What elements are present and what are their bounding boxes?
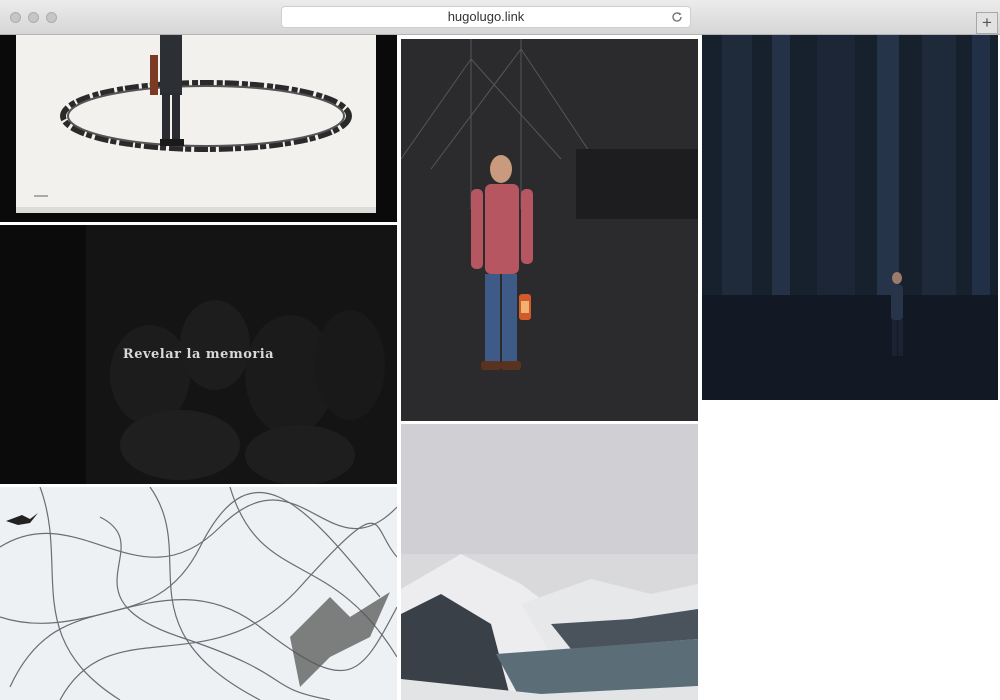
address-bar[interactable]: hugolugo.link bbox=[281, 6, 691, 28]
gallery-tile-lantern-man[interactable] bbox=[401, 39, 698, 421]
zoom-window-button[interactable] bbox=[46, 12, 57, 23]
tile-caption: Revelar la memoria bbox=[122, 347, 275, 362]
lantern-man-artwork bbox=[401, 39, 698, 421]
gallery-tile-revelar-la-memoria[interactable]: Revelar la memoria bbox=[0, 225, 397, 484]
reload-icon[interactable] bbox=[670, 10, 684, 24]
new-tab-button[interactable]: + bbox=[976, 12, 998, 34]
browser-toolbar: hugolugo.link + bbox=[0, 0, 1000, 35]
plus-icon: + bbox=[982, 13, 992, 32]
gallery-tile-circle-drawing[interactable] bbox=[0, 35, 397, 222]
gallery-tile-forest-man[interactable] bbox=[702, 35, 998, 400]
url-text: hugolugo.link bbox=[447, 9, 525, 24]
minimize-window-button[interactable] bbox=[28, 12, 39, 23]
scribbles-artwork bbox=[0, 487, 397, 700]
forest-artwork bbox=[702, 35, 998, 400]
circle-drawing-artwork bbox=[0, 35, 397, 222]
close-window-button[interactable] bbox=[10, 12, 21, 23]
mountain-landscape-artwork bbox=[401, 424, 698, 700]
gallery-tile-scribbles-birds[interactable] bbox=[0, 487, 397, 700]
gallery-tile-snowy-mountains[interactable] bbox=[401, 424, 698, 700]
